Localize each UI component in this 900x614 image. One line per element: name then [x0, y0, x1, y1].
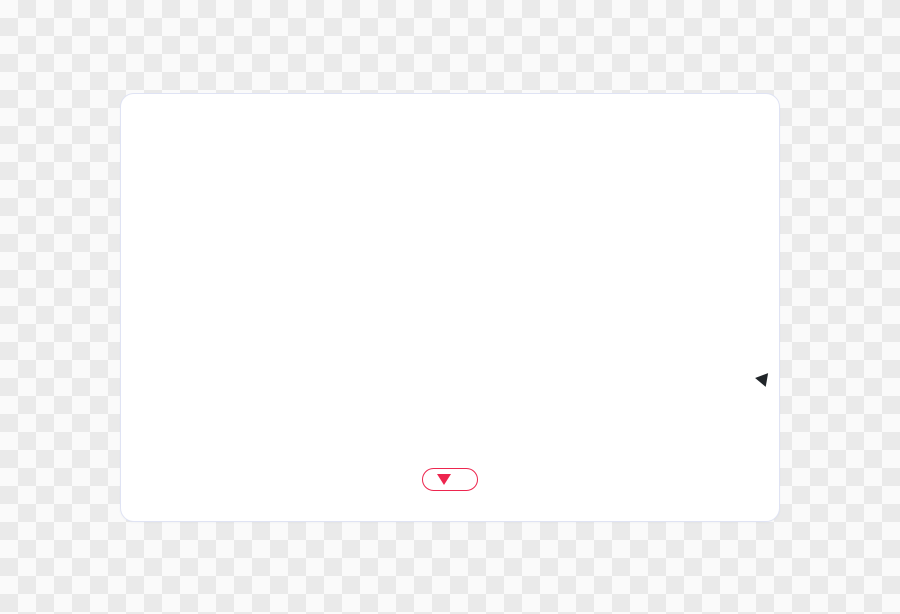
max-marker-icon: [754, 371, 768, 387]
gauge: [153, 128, 749, 458]
down-arrow-icon: [437, 474, 451, 485]
gauge-card: [120, 93, 780, 522]
gauge-svg: [153, 128, 749, 458]
delta-badge: [422, 468, 478, 491]
